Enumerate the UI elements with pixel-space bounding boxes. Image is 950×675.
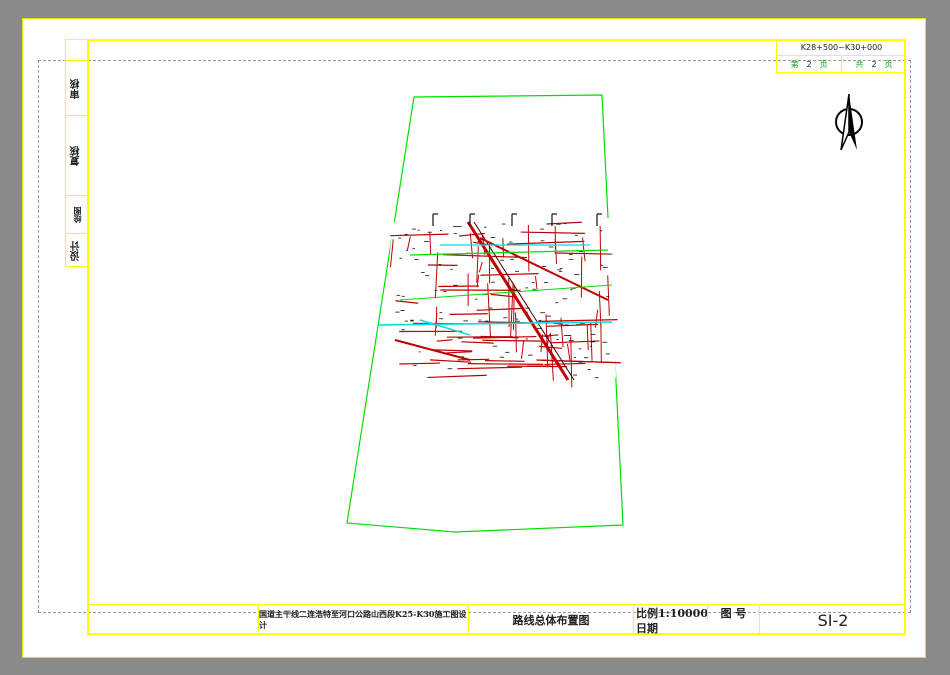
map-boundary-line bbox=[599, 226, 602, 271]
map-road-line bbox=[427, 374, 487, 379]
map-boundary-line bbox=[527, 224, 530, 272]
figure-no-label: 图 号 bbox=[720, 606, 747, 620]
project-name-cell: 国道主干线二连浩特至河口公路山西段K25-K30施工图设计 bbox=[258, 605, 468, 635]
map-road-line bbox=[449, 313, 488, 315]
topographic-map bbox=[378, 213, 621, 388]
scale-text: 比例1:10000 bbox=[636, 606, 708, 620]
route-plan-drawing bbox=[346, 94, 624, 533]
map-road-line bbox=[457, 358, 490, 361]
drawing-no-cell: SI-2 bbox=[759, 605, 906, 635]
map-boundary-line bbox=[502, 238, 504, 258]
drawing-name: 路线总体布置图 bbox=[512, 614, 590, 627]
map-road-line bbox=[482, 339, 546, 342]
drawing-number: SI-2 bbox=[817, 610, 849, 630]
title-block: 国道主干线二连浩特至河口公路山西段K25-K30施工图设计 路线总体布置图 比例… bbox=[87, 604, 906, 635]
project-name: 国道主干线二连浩特至河口公路山西段K25-K30施工图设计 bbox=[259, 609, 467, 630]
drawing-name-cell: 路线总体布置图 bbox=[468, 605, 633, 635]
map-road-line bbox=[484, 359, 525, 362]
figure-no-label-cell: 图 号 bbox=[707, 605, 759, 620]
map-road-line bbox=[467, 363, 544, 366]
date-label: 日期 bbox=[636, 621, 658, 635]
